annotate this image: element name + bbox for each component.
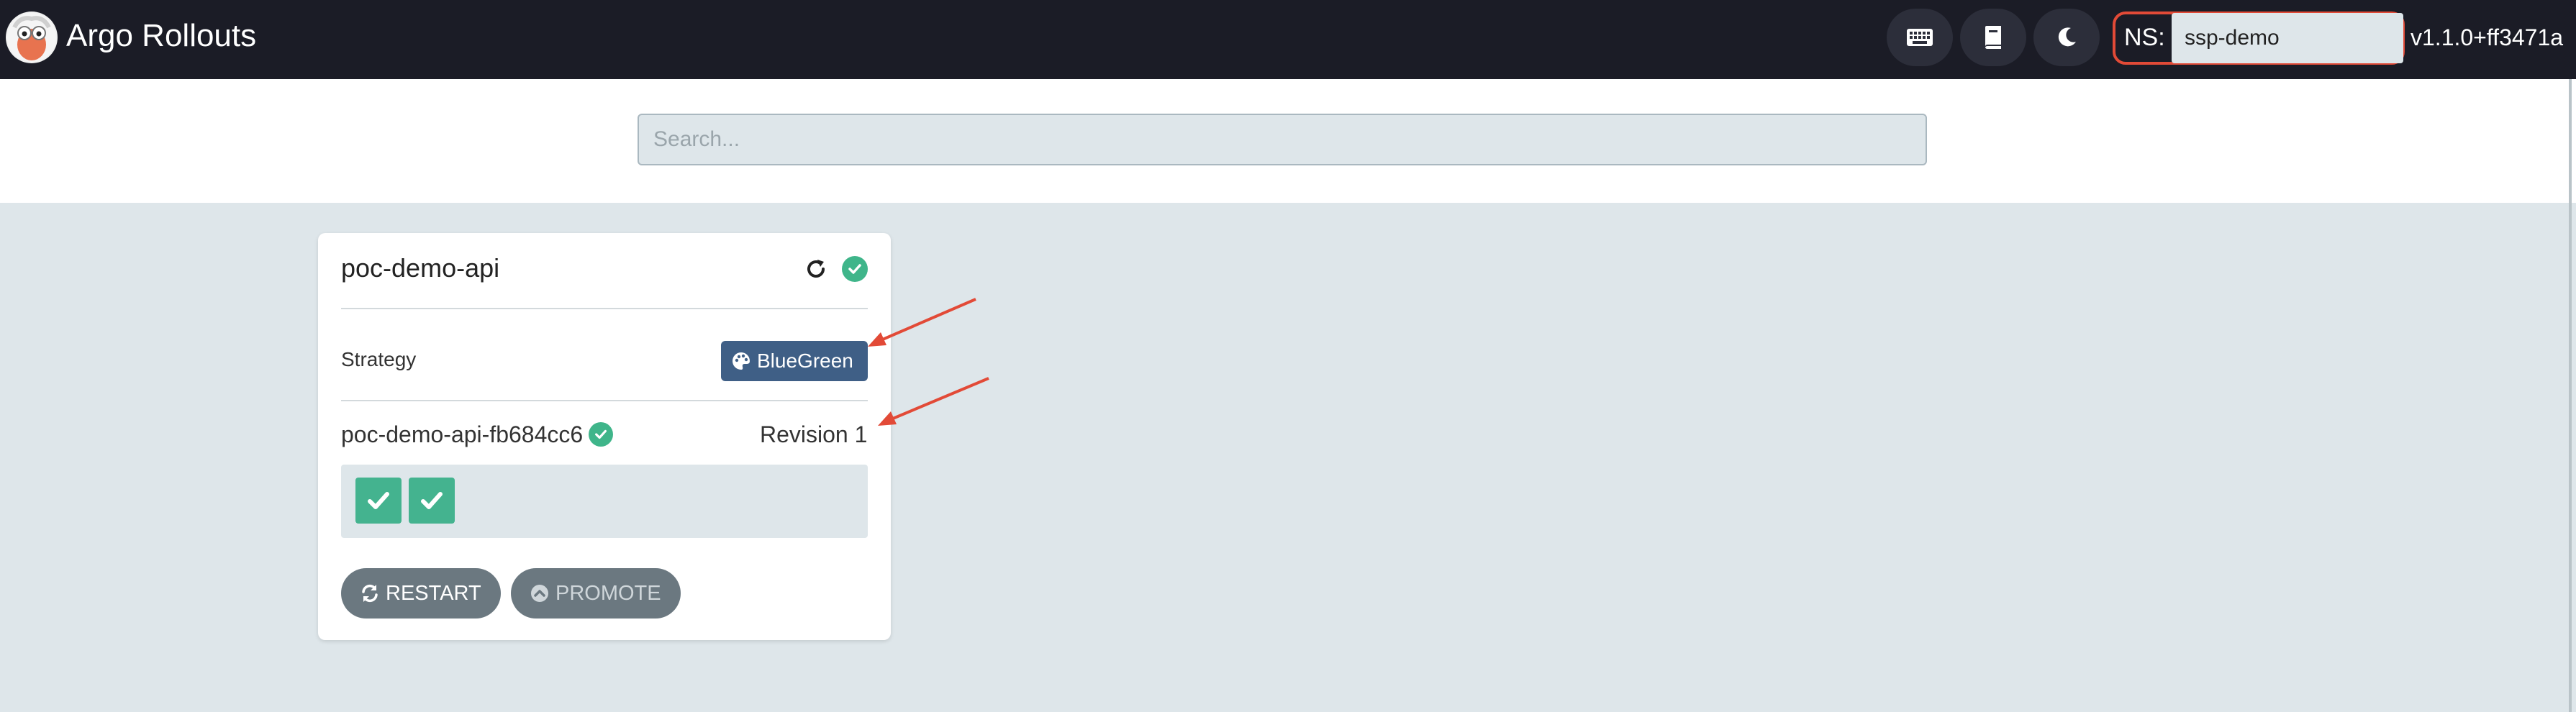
annotation-arrows [868,298,989,426]
annotation-arrow [878,377,989,426]
annotation-arrow [868,298,976,347]
